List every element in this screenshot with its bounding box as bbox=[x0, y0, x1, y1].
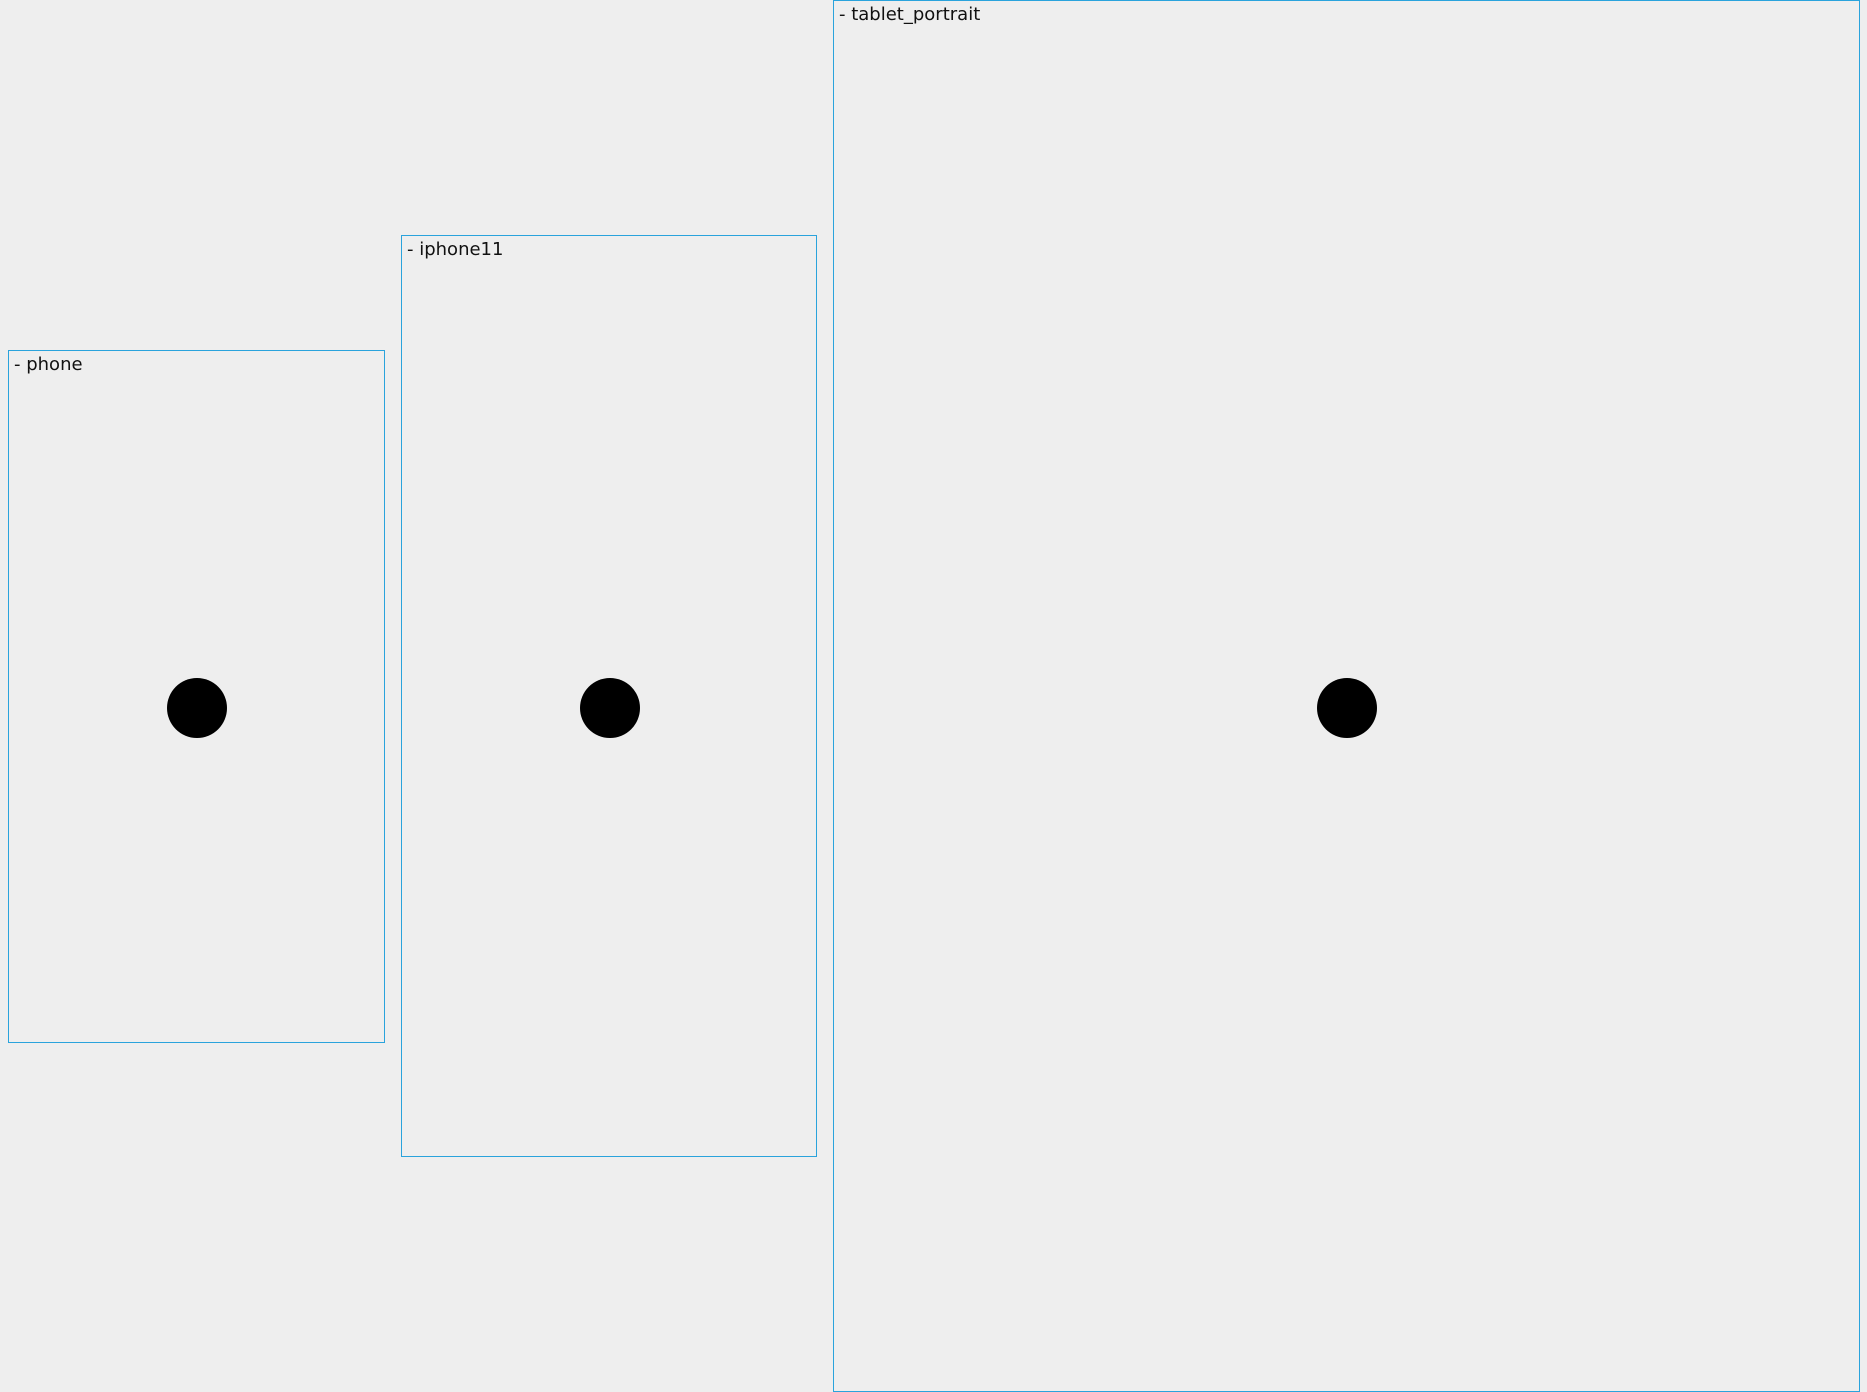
device-label-tablet-portrait: - tablet_portrait bbox=[839, 4, 981, 25]
device-label-phone: - phone bbox=[14, 354, 83, 375]
circle-widget-iphone11 bbox=[580, 678, 640, 738]
circle-widget-tablet-portrait bbox=[1317, 678, 1377, 738]
device-label-iphone11: - iphone11 bbox=[407, 239, 504, 260]
device-frame-tablet-portrait: - tablet_portrait bbox=[833, 0, 1860, 1392]
device-frame-phone: - phone bbox=[8, 350, 385, 1043]
circle-widget-phone bbox=[167, 678, 227, 738]
device-frame-iphone11: - iphone11 bbox=[401, 235, 817, 1157]
